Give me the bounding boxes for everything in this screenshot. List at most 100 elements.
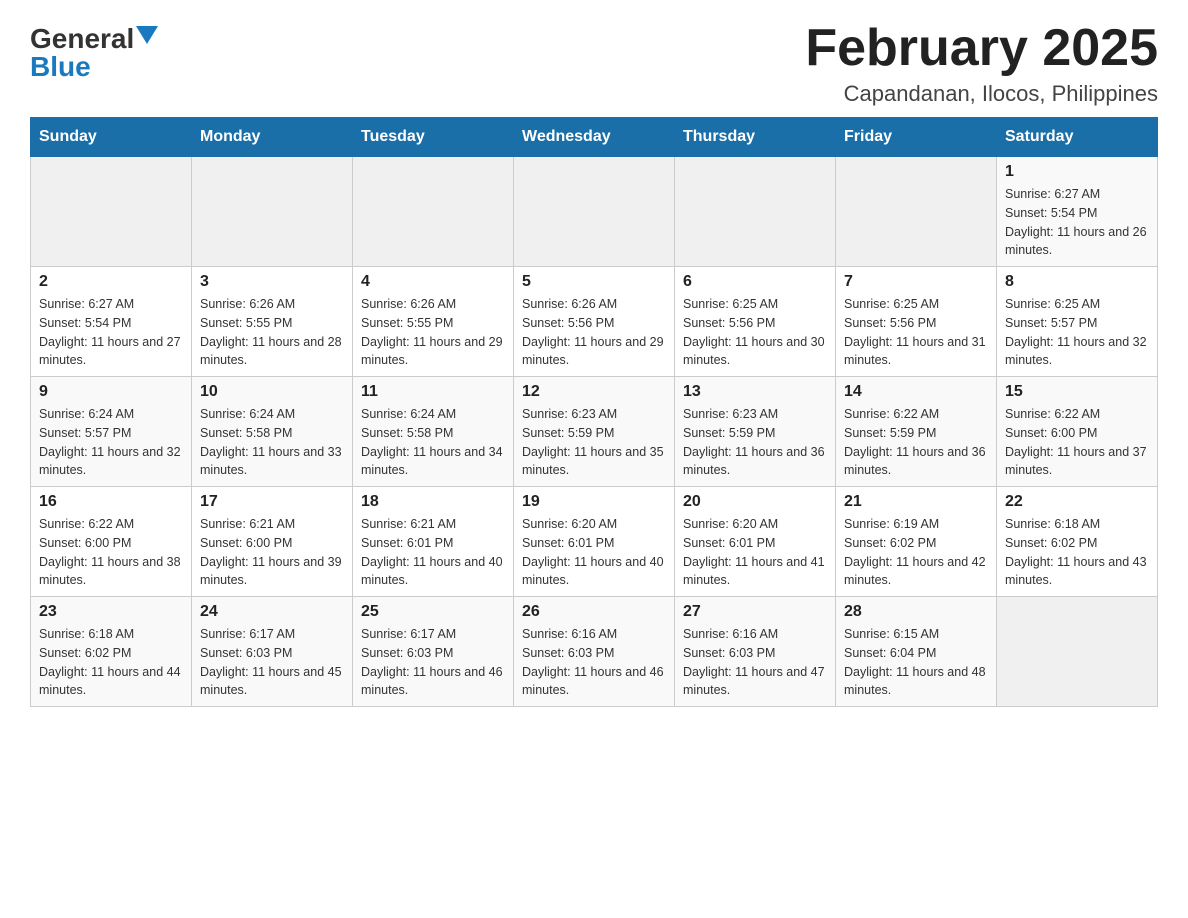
day-number: 26 xyxy=(522,603,666,621)
calendar-cell: 14 Sunrise: 6:22 AM Sunset: 5:59 PM Dayli… xyxy=(836,377,997,487)
day-number: 14 xyxy=(844,383,988,401)
calendar-cell: 11 Sunrise: 6:24 AM Sunset: 5:58 PM Dayli… xyxy=(353,377,514,487)
page-header: General Blue February 2025 Capandanan, I… xyxy=(30,20,1158,107)
day-number: 9 xyxy=(39,383,183,401)
day-number: 5 xyxy=(522,273,666,291)
logo-arrow-icon xyxy=(136,26,158,48)
logo: General Blue xyxy=(30,20,158,81)
day-info: Sunrise: 6:24 AM Sunset: 5:58 PM Dayligh… xyxy=(200,405,344,480)
calendar-cell: 15 Sunrise: 6:22 AM Sunset: 6:00 PM Dayli… xyxy=(997,377,1158,487)
day-info: Sunrise: 6:22 AM Sunset: 5:59 PM Dayligh… xyxy=(844,405,988,480)
day-number: 25 xyxy=(361,603,505,621)
calendar-cell: 8 Sunrise: 6:25 AM Sunset: 5:57 PM Daylig… xyxy=(997,267,1158,377)
month-title: February 2025 xyxy=(805,20,1158,77)
calendar-cell xyxy=(997,597,1158,707)
day-number: 17 xyxy=(200,493,344,511)
day-number: 16 xyxy=(39,493,183,511)
calendar-cell: 17 Sunrise: 6:21 AM Sunset: 6:00 PM Dayli… xyxy=(192,487,353,597)
day-info: Sunrise: 6:16 AM Sunset: 6:03 PM Dayligh… xyxy=(683,625,827,700)
calendar-cell xyxy=(353,157,514,267)
day-number: 18 xyxy=(361,493,505,511)
calendar-cell: 23 Sunrise: 6:18 AM Sunset: 6:02 PM Dayli… xyxy=(31,597,192,707)
calendar-cell: 12 Sunrise: 6:23 AM Sunset: 5:59 PM Dayli… xyxy=(514,377,675,487)
logo-general-text: General xyxy=(30,25,134,53)
calendar-cell: 4 Sunrise: 6:26 AM Sunset: 5:55 PM Daylig… xyxy=(353,267,514,377)
day-info: Sunrise: 6:26 AM Sunset: 5:55 PM Dayligh… xyxy=(200,295,344,370)
title-block: February 2025 Capandanan, Ilocos, Philip… xyxy=(805,20,1158,107)
day-number: 10 xyxy=(200,383,344,401)
day-info: Sunrise: 6:22 AM Sunset: 6:00 PM Dayligh… xyxy=(39,515,183,590)
day-info: Sunrise: 6:26 AM Sunset: 5:56 PM Dayligh… xyxy=(522,295,666,370)
location-title: Capandanan, Ilocos, Philippines xyxy=(805,81,1158,107)
day-number: 2 xyxy=(39,273,183,291)
day-info: Sunrise: 6:21 AM Sunset: 6:00 PM Dayligh… xyxy=(200,515,344,590)
day-header-thursday: Thursday xyxy=(675,118,836,157)
day-info: Sunrise: 6:17 AM Sunset: 6:03 PM Dayligh… xyxy=(361,625,505,700)
day-info: Sunrise: 6:23 AM Sunset: 5:59 PM Dayligh… xyxy=(683,405,827,480)
calendar-cell: 2 Sunrise: 6:27 AM Sunset: 5:54 PM Daylig… xyxy=(31,267,192,377)
day-info: Sunrise: 6:24 AM Sunset: 5:58 PM Dayligh… xyxy=(361,405,505,480)
day-info: Sunrise: 6:17 AM Sunset: 6:03 PM Dayligh… xyxy=(200,625,344,700)
calendar-week-row: 2 Sunrise: 6:27 AM Sunset: 5:54 PM Daylig… xyxy=(31,267,1158,377)
calendar-cell: 5 Sunrise: 6:26 AM Sunset: 5:56 PM Daylig… xyxy=(514,267,675,377)
calendar-cell: 1 Sunrise: 6:27 AM Sunset: 5:54 PM Daylig… xyxy=(997,157,1158,267)
calendar-cell xyxy=(514,157,675,267)
day-number: 23 xyxy=(39,603,183,621)
day-info: Sunrise: 6:20 AM Sunset: 6:01 PM Dayligh… xyxy=(522,515,666,590)
day-info: Sunrise: 6:18 AM Sunset: 6:02 PM Dayligh… xyxy=(1005,515,1149,590)
day-header-monday: Monday xyxy=(192,118,353,157)
calendar-cell: 7 Sunrise: 6:25 AM Sunset: 5:56 PM Daylig… xyxy=(836,267,997,377)
day-number: 15 xyxy=(1005,383,1149,401)
calendar-cell xyxy=(31,157,192,267)
calendar-cell: 16 Sunrise: 6:22 AM Sunset: 6:00 PM Dayli… xyxy=(31,487,192,597)
day-info: Sunrise: 6:18 AM Sunset: 6:02 PM Dayligh… xyxy=(39,625,183,700)
calendar-cell: 19Sunrise: 6:20 AM Sunset: 6:01 PM Dayli… xyxy=(514,487,675,597)
calendar-cell: 26 Sunrise: 6:16 AM Sunset: 6:03 PM Dayli… xyxy=(514,597,675,707)
day-number: 12 xyxy=(522,383,666,401)
calendar-cell xyxy=(675,157,836,267)
calendar-week-row: 23 Sunrise: 6:18 AM Sunset: 6:02 PM Dayli… xyxy=(31,597,1158,707)
day-header-sunday: Sunday xyxy=(31,118,192,157)
day-number: 21 xyxy=(844,493,988,511)
calendar-cell xyxy=(192,157,353,267)
calendar-cell: 22Sunrise: 6:18 AM Sunset: 6:02 PM Dayli… xyxy=(997,487,1158,597)
day-info: Sunrise: 6:24 AM Sunset: 5:57 PM Dayligh… xyxy=(39,405,183,480)
day-info: Sunrise: 6:21 AM Sunset: 6:01 PM Dayligh… xyxy=(361,515,505,590)
day-number: 6 xyxy=(683,273,827,291)
calendar-cell xyxy=(836,157,997,267)
calendar-cell: 20Sunrise: 6:20 AM Sunset: 6:01 PM Dayli… xyxy=(675,487,836,597)
day-number: 8 xyxy=(1005,273,1149,291)
day-info: Sunrise: 6:27 AM Sunset: 5:54 PM Dayligh… xyxy=(39,295,183,370)
day-info: Sunrise: 6:20 AM Sunset: 6:01 PM Dayligh… xyxy=(683,515,827,590)
day-number: 11 xyxy=(361,383,505,401)
calendar-cell: 9 Sunrise: 6:24 AM Sunset: 5:57 PM Daylig… xyxy=(31,377,192,487)
day-number: 24 xyxy=(200,603,344,621)
day-info: Sunrise: 6:25 AM Sunset: 5:57 PM Dayligh… xyxy=(1005,295,1149,370)
day-info: Sunrise: 6:25 AM Sunset: 5:56 PM Dayligh… xyxy=(844,295,988,370)
day-number: 13 xyxy=(683,383,827,401)
day-info: Sunrise: 6:23 AM Sunset: 5:59 PM Dayligh… xyxy=(522,405,666,480)
logo-blue-text: Blue xyxy=(30,53,91,81)
day-info: Sunrise: 6:27 AM Sunset: 5:54 PM Dayligh… xyxy=(1005,185,1149,260)
day-number: 1 xyxy=(1005,163,1149,181)
day-header-tuesday: Tuesday xyxy=(353,118,514,157)
day-number: 7 xyxy=(844,273,988,291)
calendar-cell: 10 Sunrise: 6:24 AM Sunset: 5:58 PM Dayli… xyxy=(192,377,353,487)
calendar-header-row: SundayMondayTuesdayWednesdayThursdayFrid… xyxy=(31,118,1158,157)
calendar-cell: 18 Sunrise: 6:21 AM Sunset: 6:01 PM Dayli… xyxy=(353,487,514,597)
calendar-cell: 24 Sunrise: 6:17 AM Sunset: 6:03 PM Dayli… xyxy=(192,597,353,707)
day-number: 4 xyxy=(361,273,505,291)
calendar-cell: 21Sunrise: 6:19 AM Sunset: 6:02 PM Dayli… xyxy=(836,487,997,597)
calendar-week-row: 1 Sunrise: 6:27 AM Sunset: 5:54 PM Daylig… xyxy=(31,157,1158,267)
day-info: Sunrise: 6:22 AM Sunset: 6:00 PM Dayligh… xyxy=(1005,405,1149,480)
day-header-wednesday: Wednesday xyxy=(514,118,675,157)
calendar-cell: 27Sunrise: 6:16 AM Sunset: 6:03 PM Dayli… xyxy=(675,597,836,707)
calendar-cell: 13 Sunrise: 6:23 AM Sunset: 5:59 PM Dayli… xyxy=(675,377,836,487)
day-info: Sunrise: 6:16 AM Sunset: 6:03 PM Dayligh… xyxy=(522,625,666,700)
day-info: Sunrise: 6:25 AM Sunset: 5:56 PM Dayligh… xyxy=(683,295,827,370)
calendar-week-row: 9 Sunrise: 6:24 AM Sunset: 5:57 PM Daylig… xyxy=(31,377,1158,487)
calendar-cell: 3 Sunrise: 6:26 AM Sunset: 5:55 PM Daylig… xyxy=(192,267,353,377)
day-header-saturday: Saturday xyxy=(997,118,1158,157)
day-number: 3 xyxy=(200,273,344,291)
day-info: Sunrise: 6:26 AM Sunset: 5:55 PM Dayligh… xyxy=(361,295,505,370)
